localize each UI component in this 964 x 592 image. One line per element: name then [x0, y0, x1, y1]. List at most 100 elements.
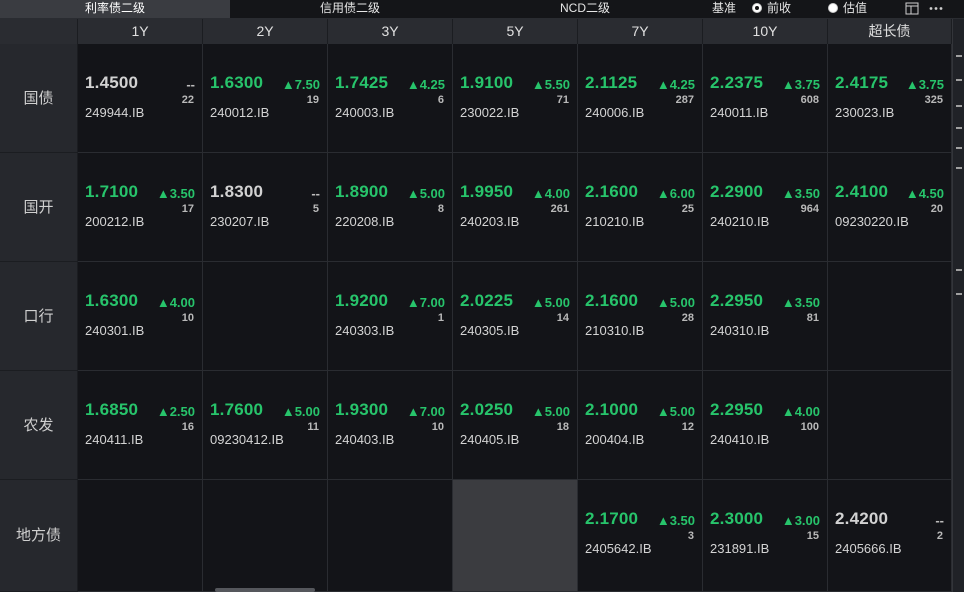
- panel-mark: [956, 293, 962, 295]
- panel-mark: [956, 55, 962, 57]
- trade-count: 964: [800, 203, 819, 215]
- bond-code: 240310.IB: [710, 323, 770, 338]
- bond-code: 240006.IB: [585, 105, 645, 120]
- change-value: ▲7.00: [406, 404, 445, 419]
- more-icon[interactable]: [929, 2, 943, 15]
- change-value: --: [935, 513, 944, 528]
- column-header[interactable]: 7Y: [578, 19, 703, 44]
- quote-cell[interactable]: 1.8900 ▲5.00 8 220208.IB: [328, 153, 453, 262]
- quote-cell[interactable]: 1.6300 ▲7.50 19 240012.IB: [203, 44, 328, 153]
- quote-cell[interactable]: 1.9100 ▲5.50 71 230022.IB: [453, 44, 578, 153]
- bond-code: 240203.IB: [460, 214, 520, 229]
- change-value: ▲7.50: [281, 77, 320, 92]
- column-header[interactable]: 1Y: [78, 19, 203, 44]
- change-value: ▲5.00: [656, 295, 695, 310]
- column-header[interactable]: 3Y: [328, 19, 453, 44]
- radio-valuation-label[interactable]: 估值: [843, 0, 867, 18]
- trade-count: 19: [306, 94, 319, 106]
- layout-icon[interactable]: [905, 2, 919, 15]
- quote-cell[interactable]: 1.7100 ▲3.50 17 200212.IB: [78, 153, 203, 262]
- bond-code: 240012.IB: [210, 105, 270, 120]
- trade-count: 2: [936, 530, 943, 542]
- column-header[interactable]: 2Y: [203, 19, 328, 44]
- empty-cell: [328, 480, 453, 592]
- panel-mark: [956, 167, 962, 169]
- quote-cell[interactable]: 1.6850 ▲2.50 16 240411.IB: [78, 371, 203, 480]
- bond-code: 240410.IB: [710, 432, 770, 447]
- quote-cell[interactable]: 2.1700 ▲3.50 3 2405642.IB: [578, 480, 703, 592]
- change-value: ▲4.00: [531, 186, 570, 201]
- horizontal-scrollbar[interactable]: [215, 588, 315, 592]
- row-header: 国债: [0, 44, 78, 153]
- quote-cell[interactable]: 2.2950 ▲3.50 81 240310.IB: [703, 262, 828, 371]
- quote-cell[interactable]: 2.4200 -- 2 2405666.IB: [828, 480, 952, 592]
- quote-cell[interactable]: 1.4500 -- 22 249944.IB: [78, 44, 203, 153]
- quote-cell[interactable]: 2.4100 ▲4.50 20 09230220.IB: [828, 153, 952, 262]
- change-value: ▲7.00: [406, 295, 445, 310]
- yield-value: 2.1700: [585, 509, 639, 528]
- bond-code: 210210.IB: [585, 214, 645, 229]
- trade-count: 15: [806, 530, 819, 542]
- trade-count: 261: [550, 203, 569, 215]
- change-value: ▲3.00: [781, 513, 820, 528]
- right-side-panel-edge[interactable]: [952, 19, 964, 592]
- quote-cell[interactable]: 1.7600 ▲5.00 11 09230412.IB: [203, 371, 328, 480]
- row-header: 地方债: [0, 480, 78, 592]
- trade-count: 10: [181, 312, 194, 324]
- quote-cell[interactable]: 2.1125 ▲4.25 287 240006.IB: [578, 44, 703, 153]
- quote-cell[interactable]: 2.2375 ▲3.75 608 240011.IB: [703, 44, 828, 153]
- trade-count: 28: [681, 312, 694, 324]
- quote-cell[interactable]: 1.9200 ▲7.00 1 240303.IB: [328, 262, 453, 371]
- yield-value: 2.2375: [710, 73, 764, 92]
- radio-prev-close-label[interactable]: 前收: [767, 0, 791, 18]
- radio-valuation[interactable]: [828, 3, 838, 13]
- tab-ncd-secondary[interactable]: NCD二级: [520, 0, 650, 18]
- trade-count: 3: [687, 530, 694, 542]
- yield-value: 2.1600: [585, 291, 639, 310]
- trade-count: 8: [437, 203, 444, 215]
- column-header[interactable]: 超长债: [828, 19, 952, 44]
- change-value: ▲4.00: [156, 295, 195, 310]
- quote-cell[interactable]: 2.1600 ▲6.00 25 210210.IB: [578, 153, 703, 262]
- yield-value: 1.8900: [335, 182, 389, 201]
- quote-cell[interactable]: 1.8300 -- 5 230207.IB: [203, 153, 328, 262]
- quote-cell[interactable]: 1.6300 ▲4.00 10 240301.IB: [78, 262, 203, 371]
- tab-rate-bond-secondary[interactable]: 利率债二级: [0, 0, 230, 18]
- change-value: ▲6.00: [656, 186, 695, 201]
- column-header[interactable]: 5Y: [453, 19, 578, 44]
- bond-code: 249944.IB: [85, 105, 145, 120]
- trade-count: 100: [800, 421, 819, 433]
- yield-value: 2.0225: [460, 291, 514, 310]
- quote-cell[interactable]: 1.7425 ▲4.25 6 240003.IB: [328, 44, 453, 153]
- trade-count: 71: [556, 94, 569, 106]
- yield-value: 2.1000: [585, 400, 639, 419]
- trade-count: 22: [181, 94, 194, 106]
- yield-value: 2.3000: [710, 509, 764, 528]
- quote-cell[interactable]: 2.0250 ▲5.00 18 240405.IB: [453, 371, 578, 480]
- yield-value: 1.9300: [335, 400, 389, 419]
- quote-cell[interactable]: 1.9950 ▲4.00 261 240203.IB: [453, 153, 578, 262]
- panel-mark: [956, 147, 962, 149]
- quote-cell[interactable]: 2.1600 ▲5.00 28 210310.IB: [578, 262, 703, 371]
- grid-corner: [0, 19, 78, 44]
- tab-credit-bond-secondary[interactable]: 信用债二级: [270, 0, 430, 18]
- quote-cell[interactable]: 2.1000 ▲5.00 12 200404.IB: [578, 371, 703, 480]
- yield-value: 2.4100: [835, 182, 889, 201]
- quote-cell[interactable]: 2.2950 ▲4.00 100 240410.IB: [703, 371, 828, 480]
- quote-cell[interactable]: 2.2900 ▲3.50 964 240210.IB: [703, 153, 828, 262]
- radio-prev-close[interactable]: [752, 3, 762, 13]
- quote-cell[interactable]: 1.9300 ▲7.00 10 240403.IB: [328, 371, 453, 480]
- bond-code: 240003.IB: [335, 105, 395, 120]
- yield-value: 2.2900: [710, 182, 764, 201]
- yield-value: 1.6300: [85, 291, 139, 310]
- bond-code: 231891.IB: [710, 541, 770, 556]
- quote-cell[interactable]: 2.4175 ▲3.75 325 230023.IB: [828, 44, 952, 153]
- column-header[interactable]: 10Y: [703, 19, 828, 44]
- yield-value: 2.1600: [585, 182, 639, 201]
- yield-value: 2.4175: [835, 73, 889, 92]
- quote-cell[interactable]: 2.0225 ▲5.00 14 240305.IB: [453, 262, 578, 371]
- trade-count: 1: [437, 312, 444, 324]
- quote-cell[interactable]: 2.3000 ▲3.00 15 231891.IB: [703, 480, 828, 592]
- bond-code: 200212.IB: [85, 214, 145, 229]
- change-value: ▲4.25: [656, 77, 695, 92]
